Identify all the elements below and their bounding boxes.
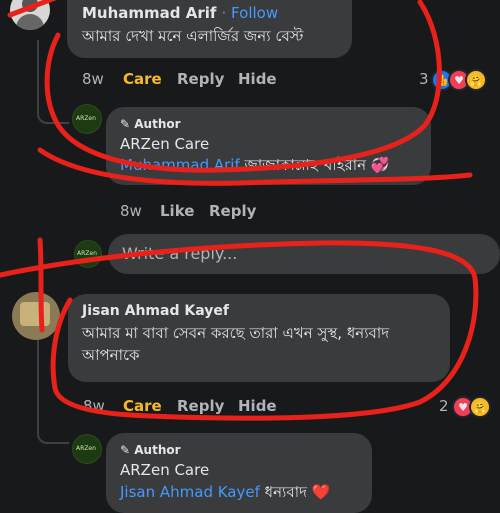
reply-button[interactable]: Reply — [209, 202, 256, 220]
commenter-name[interactable]: Muhammad Arif — [82, 4, 216, 22]
follow-link[interactable]: · Follow — [222, 4, 279, 22]
mention-link[interactable]: Muhammad Arif — [120, 156, 240, 174]
hide-button[interactable]: Hide — [238, 70, 277, 88]
comment-bubble: Jisan Ahmad Kayef আমার মা বাবা সেবন করছে… — [68, 294, 450, 382]
page-avatar[interactable]: ARZen — [72, 104, 102, 134]
comment-bubble: Muhammad Arif · Follow আমার দেখা মনে এলা… — [67, 0, 352, 58]
reply-bubble: ✎ Author ARZen Care Jisan Ahmad Kayef ধন… — [106, 433, 372, 513]
pencil-icon: ✎ — [120, 117, 131, 131]
reply-input[interactable]: Write a reply... — [108, 234, 500, 274]
page-avatar: ARZen — [74, 240, 102, 268]
thread-curve — [37, 432, 69, 444]
reply-author-name[interactable]: ARZen Care — [120, 461, 209, 479]
reply-author-name[interactable]: ARZen Care — [120, 135, 209, 153]
avatar[interactable] — [10, 0, 50, 30]
comment-time[interactable]: 8w — [83, 397, 105, 415]
reply-bubble: ✎ Author ARZen Care Muhammad Arif জাজাকা… — [106, 107, 431, 185]
like-button[interactable]: Like — [160, 202, 194, 220]
mention-link[interactable]: Jisan Ahmad Kayef — [120, 483, 260, 501]
comment-time[interactable]: 8w — [82, 70, 104, 88]
care-reaction-button[interactable]: Care — [123, 70, 162, 88]
thread-curve — [37, 112, 69, 124]
care-reaction-button[interactable]: Care — [123, 397, 162, 415]
author-badge: Author — [134, 443, 181, 457]
reply-text: জাজাকাল্লাহ খাইরান 💞 — [239, 156, 390, 174]
reaction-count[interactable]: 2 — [439, 397, 449, 415]
author-badge: Author — [134, 117, 181, 131]
page-avatar[interactable]: ARZen — [72, 434, 102, 464]
reaction-count[interactable]: 3 — [419, 70, 429, 88]
care-reaction-icon: 🤗 — [469, 396, 491, 418]
reply-input-placeholder: Write a reply... — [122, 244, 238, 263]
reply-button[interactable]: Reply — [177, 70, 224, 88]
commenter-name[interactable]: Jisan Ahmad Kayef — [82, 303, 229, 319]
pencil-icon: ✎ — [120, 443, 131, 457]
comment-text: আমার দেখা মনে এলার্জির জন্য বেস্ট — [82, 27, 304, 45]
comment-text: আমার মা বাবা সেবন করছে তারা এখন সুস্থ, ধ… — [82, 324, 390, 364]
reply-text: ধন্যবাদ ❤️ — [259, 483, 331, 501]
avatar[interactable] — [12, 292, 60, 340]
thread-line — [37, 40, 39, 115]
thread-line — [37, 340, 39, 435]
care-reaction-icon: 🤗 — [465, 69, 487, 91]
hide-button[interactable]: Hide — [238, 397, 277, 415]
reply-time[interactable]: 8w — [120, 202, 142, 220]
reply-button[interactable]: Reply — [177, 397, 224, 415]
